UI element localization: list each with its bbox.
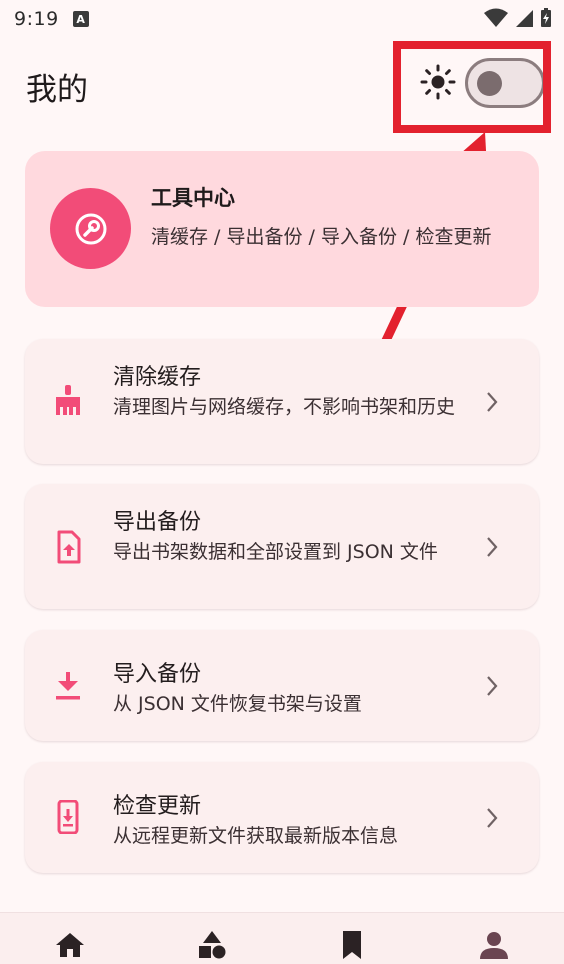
card-description: 清理图片与网络缓存，不影响书架和历史	[113, 396, 456, 418]
download-icon	[56, 672, 80, 700]
bottom-navigation	[0, 912, 564, 964]
home-icon[interactable]	[54, 929, 86, 961]
file-upload-icon	[57, 530, 81, 564]
tool-center-subtitle: 清缓存 / 导出备份 / 导入备份 / 检查更新	[151, 226, 492, 248]
wifi-icon	[484, 8, 508, 27]
card-title: 导出备份	[113, 510, 202, 535]
chevron-right-icon	[487, 537, 498, 557]
page-title: 我的	[26, 72, 88, 108]
tool-center-title: 工具中心	[151, 186, 235, 210]
card-title: 清除缓存	[113, 365, 202, 390]
status-time: 9:19	[14, 8, 59, 30]
check-update-card[interactable]: 检查更新 从远程更新文件获取最新版本信息	[25, 762, 539, 873]
wrench-icon	[75, 213, 106, 244]
chevron-right-icon	[487, 808, 498, 828]
card-description: 导出书架数据和全部设置到 JSON 文件	[113, 541, 438, 563]
card-title: 导入备份	[113, 662, 202, 687]
theme-toggle-switch[interactable]	[465, 58, 545, 108]
chevron-right-icon	[487, 392, 498, 412]
import-backup-card[interactable]: 导入备份 从 JSON 文件恢复书架与设置	[25, 630, 539, 741]
broom-icon	[56, 385, 80, 415]
clear-cache-card[interactable]: 清除缓存 清理图片与网络缓存，不影响书架和历史	[25, 339, 539, 464]
shapes-icon[interactable]	[196, 929, 228, 961]
notification-badge-icon: A	[72, 11, 89, 27]
tool-center-card[interactable]: 工具中心 清缓存 / 导出备份 / 导入备份 / 检查更新	[25, 151, 539, 307]
theme-toggle-area	[420, 58, 546, 108]
tool-center-icon-circle	[50, 188, 131, 269]
bookmark-icon[interactable]	[336, 929, 368, 961]
export-backup-card[interactable]: 导出备份 导出书架数据和全部设置到 JSON 文件	[25, 484, 539, 609]
status-icons	[484, 8, 552, 28]
chevron-right-icon	[487, 676, 498, 696]
card-description: 从远程更新文件获取最新版本信息	[113, 825, 399, 847]
status-bar: 9:19 A	[0, 0, 564, 38]
card-description: 从 JSON 文件恢复书架与设置	[113, 693, 362, 715]
sun-icon	[420, 64, 456, 100]
header: 我的	[0, 50, 564, 120]
toggle-knob	[477, 71, 502, 96]
phone-update-icon	[57, 800, 79, 834]
battery-icon	[541, 8, 551, 27]
card-title: 检查更新	[113, 794, 202, 819]
person-icon[interactable]	[478, 929, 510, 961]
signal-icon	[516, 10, 533, 27]
